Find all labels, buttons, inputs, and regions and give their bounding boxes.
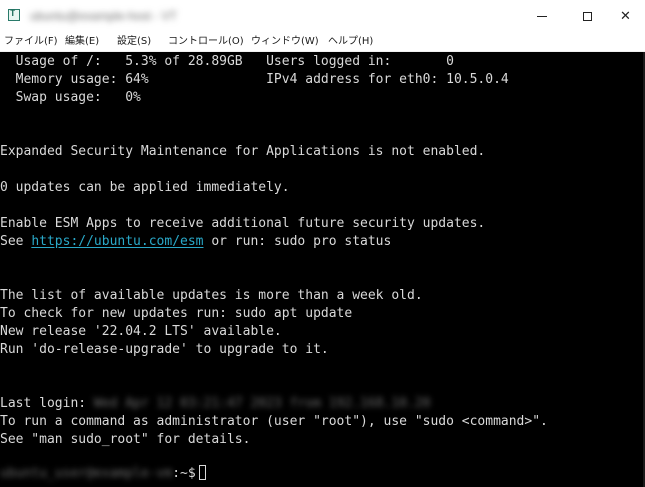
close-button[interactable]: ✕ bbox=[606, 0, 645, 32]
minimize-button[interactable] bbox=[519, 0, 565, 32]
updates-list-line: The list of available updates is more th… bbox=[0, 288, 423, 303]
shell-prompt[interactable]: ubuntu_user@example-vm:~$ bbox=[0, 465, 206, 483]
close-icon: ✕ bbox=[620, 8, 631, 24]
enable-esm-line: Enable ESM Apps to receive additional fu… bbox=[0, 216, 486, 231]
new-release-line: New release '22.04.2 LTS' available. bbox=[0, 324, 282, 339]
see-prefix: See bbox=[0, 234, 32, 249]
see-suffix: or run: sudo pro status bbox=[203, 234, 392, 249]
menu-help[interactable]: ヘルプ(H) bbox=[328, 34, 373, 50]
maximize-icon bbox=[582, 11, 592, 21]
disk-usage-line: Usage of /: 5.3% of 28.89GB Users logged… bbox=[0, 54, 454, 69]
terminal-output[interactable]: Usage of /: 5.3% of 28.89GB Users logged… bbox=[0, 52, 645, 487]
window-title: ubuntu@example-host - VT bbox=[30, 9, 177, 23]
maximize-button[interactable] bbox=[564, 0, 610, 32]
last-login-value: Wed Apr 12 03:21:47 2023 from 192.168.10… bbox=[93, 396, 431, 411]
see-esm-line: See https://ubuntu.com/esm or run: sudo … bbox=[0, 233, 391, 251]
menu-settings[interactable]: 設定(S) bbox=[117, 34, 151, 50]
terminal-window: ubuntu@example-host - VT ✕ ファイル(F) 編集(E)… bbox=[0, 0, 645, 487]
last-login-line: Last login: Wed Apr 12 03:21:47 2023 fro… bbox=[0, 395, 430, 413]
esm-notice-line: Expanded Security Maintenance for Applic… bbox=[0, 144, 486, 159]
sudo-hint-line: To run a command as administrator (user … bbox=[0, 414, 548, 429]
swap-usage-line: Swap usage: 0% bbox=[0, 90, 141, 105]
app-icon bbox=[8, 9, 20, 21]
check-updates-line: To check for new updates run: sudo apt u… bbox=[0, 306, 353, 321]
menu-window[interactable]: ウィンドウ(W) bbox=[251, 34, 319, 50]
menu-file[interactable]: ファイル(F) bbox=[4, 34, 58, 50]
sudo-details-line: See "man sudo_root" for details. bbox=[0, 432, 251, 447]
minimize-icon bbox=[537, 15, 547, 17]
prompt-user-host: ubuntu_user@example-vm bbox=[0, 466, 173, 481]
updates-line: 0 updates can be applied immediately. bbox=[0, 180, 290, 195]
last-login-label: Last login: bbox=[0, 396, 94, 411]
run-upgrade-line: Run 'do-release-upgrade' to upgrade to i… bbox=[0, 342, 329, 357]
menu-control[interactable]: コントロール(O) bbox=[168, 34, 244, 50]
text-cursor bbox=[198, 465, 206, 480]
menu-edit[interactable]: 編集(E) bbox=[65, 34, 99, 50]
prompt-suffix: :~$ bbox=[172, 466, 196, 481]
esm-link[interactable]: https://ubuntu.com/esm bbox=[31, 234, 203, 249]
title-bar[interactable]: ubuntu@example-host - VT ✕ bbox=[0, 0, 645, 32]
memory-usage-line: Memory usage: 64% IPv4 address for eth0:… bbox=[0, 72, 509, 87]
menu-bar: ファイル(F) 編集(E) 設定(S) コントロール(O) ウィンドウ(W) ヘ… bbox=[0, 32, 645, 52]
